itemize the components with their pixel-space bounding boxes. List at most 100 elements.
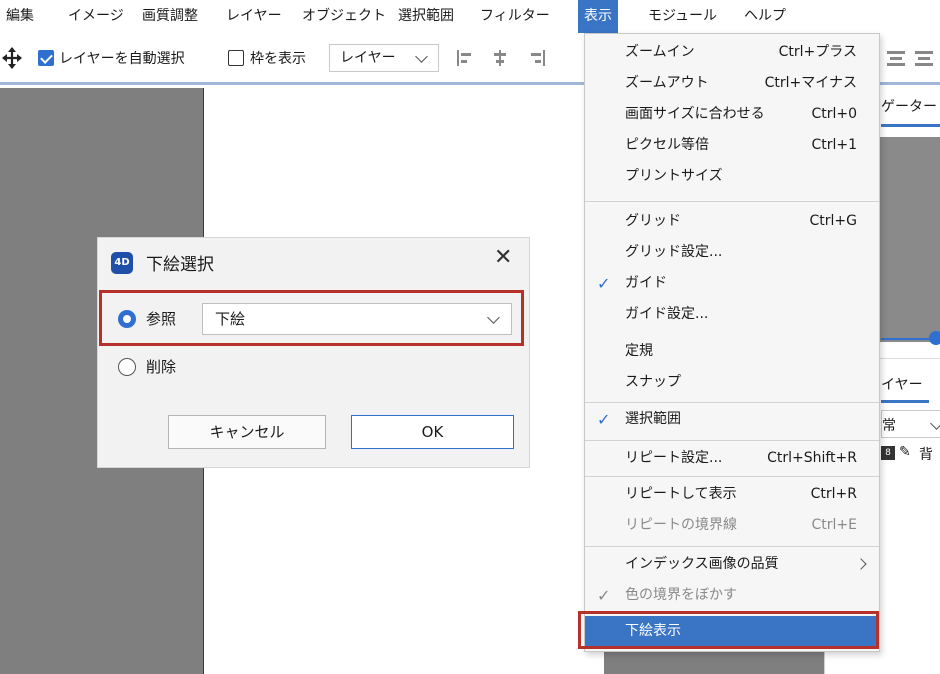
- menu-view[interactable]: 表示: [578, 0, 618, 33]
- menu-item-label: ガイド: [625, 275, 667, 291]
- dialog-title: 下絵選択: [146, 255, 214, 275]
- menu-item-label: リピートして表示: [625, 486, 737, 502]
- menu-item-label: 下絵表示: [625, 623, 681, 639]
- chevron-down-icon: [487, 311, 500, 324]
- menu-selection[interactable]: 選択範囲: [398, 0, 454, 33]
- menu-edit[interactable]: 編集: [6, 0, 34, 33]
- menu-separator: [585, 402, 879, 403]
- menu-item-label: 定規: [625, 343, 653, 359]
- blend-mode-value: 常: [882, 418, 896, 434]
- align-icons[interactable]: [456, 49, 550, 67]
- menu-item-label: 画面サイズに合わせる: [625, 106, 765, 122]
- menu-adjust[interactable]: 画質調整: [142, 0, 198, 33]
- menu-item-shortcut: Ctrl+G: [809, 213, 858, 229]
- menu-item-print-size[interactable]: プリントサイズ: [585, 161, 879, 192]
- underlay-select-dialog: 4D 下絵選択 ✕ 参照 下絵 削除 キャンセル OK: [97, 237, 530, 468]
- target-select[interactable]: レイヤー: [329, 44, 439, 72]
- app-logo-icon: 4D: [111, 252, 133, 274]
- layer-tab-underline: [881, 400, 929, 403]
- menu-item-label: プリントサイズ: [625, 168, 723, 184]
- delete-label[interactable]: 削除: [146, 356, 176, 377]
- menu-image[interactable]: イメージ: [68, 0, 124, 33]
- menu-item-ruler[interactable]: 定規: [585, 336, 879, 367]
- reference-select[interactable]: 下絵: [202, 303, 512, 335]
- show-frame-label[interactable]: 枠を表示: [250, 48, 306, 68]
- menu-separator: [585, 440, 879, 441]
- checkmark-icon: ✓: [597, 410, 611, 429]
- menu-item-label: リピート設定...: [625, 450, 723, 466]
- menu-filter[interactable]: フィルター: [480, 0, 550, 33]
- close-icon[interactable]: ✕: [494, 245, 512, 270]
- menu-item-guide-settings[interactable]: ガイド設定...: [585, 299, 879, 330]
- menu-item-label: スナップ: [625, 374, 681, 390]
- menu-item-guide[interactable]: ✓ ガイド: [585, 268, 879, 299]
- menu-item-index-quality[interactable]: インデックス画像の品質: [585, 549, 879, 580]
- menu-item-show-underlay[interactable]: 下絵表示: [585, 616, 879, 646]
- menu-item-grid-settings[interactable]: グリッド設定...: [585, 237, 879, 268]
- menu-item-shortcut: Ctrl+0: [811, 106, 857, 122]
- menu-item-shortcut: Ctrl+プラス: [778, 44, 857, 60]
- menu-item-label: 色の境界をぼかす: [625, 587, 737, 603]
- menu-item-shortcut: Ctrl+E: [811, 517, 858, 533]
- menu-item-selection[interactable]: ✓ 選択範囲: [585, 404, 879, 435]
- blend-mode-select[interactable]: 常: [881, 410, 940, 438]
- layer-tab[interactable]: イヤー: [881, 374, 923, 394]
- menu-item-label: グリッド設定...: [625, 244, 723, 260]
- menu-item-snap[interactable]: スナップ: [585, 367, 879, 398]
- move-arrows-icon[interactable]: [2, 47, 22, 69]
- menu-help[interactable]: ヘルプ: [744, 0, 786, 33]
- checkmark-icon: ✓: [597, 586, 611, 605]
- menu-item-label: ガイド設定...: [625, 306, 709, 322]
- zoom-slider-handle[interactable]: [929, 331, 940, 345]
- chevron-down-icon: [415, 50, 428, 63]
- reference-label[interactable]: 参照: [146, 308, 176, 329]
- reference-select-value: 下絵: [215, 310, 246, 328]
- distribute-icons[interactable]: [885, 49, 937, 67]
- menu-item-label: リピートの境界線: [625, 517, 737, 533]
- layer-name[interactable]: 背: [919, 444, 933, 464]
- menu-separator: [585, 546, 879, 547]
- menu-item-label: グリッド: [625, 213, 681, 229]
- auto-select-label[interactable]: レイヤーを自動選択: [59, 48, 185, 68]
- menu-item-label: インデックス画像の品質: [625, 556, 779, 572]
- menu-item-grid[interactable]: グリッド Ctrl+G: [585, 206, 879, 237]
- menu-separator: [585, 201, 879, 202]
- menu-layer[interactable]: レイヤー: [226, 0, 282, 33]
- menu-item-fit-screen[interactable]: 画面サイズに合わせる Ctrl+0: [585, 99, 879, 130]
- menu-item-label: ピクセル等倍: [625, 137, 709, 153]
- menu-module[interactable]: モジュール: [648, 0, 717, 33]
- target-select-value: レイヤー: [340, 50, 396, 66]
- menu-item-shortcut: Ctrl+マイナス: [764, 75, 857, 91]
- menu-item-zoom-out[interactable]: ズームアウト Ctrl+マイナス: [585, 68, 879, 99]
- menu-item-zoom-in[interactable]: ズームイン Ctrl+プラス: [585, 37, 879, 68]
- menu-item-label: ズームイン: [625, 44, 695, 60]
- menu-item-repeat-border[interactable]: リピートの境界線 Ctrl+E: [585, 510, 879, 541]
- auto-select-checkbox[interactable]: [38, 50, 54, 66]
- navigator-tab-underline: [881, 124, 940, 127]
- menubar: 編集 イメージ 画質調整 レイヤー オブジェクト 選択範囲 フィルター 表示 モ…: [0, 0, 940, 33]
- menu-item-label: ズームアウト: [625, 75, 709, 91]
- menu-item-shortcut: Ctrl+Shift+R: [767, 450, 857, 466]
- delete-radio[interactable]: [118, 358, 136, 376]
- zoom-slider-track[interactable]: [881, 338, 933, 340]
- pencil-icon[interactable]: ✎: [899, 444, 911, 460]
- chevron-down-icon: [930, 417, 940, 430]
- chevron-right-icon: [855, 558, 867, 570]
- menu-separator: [585, 476, 879, 477]
- menu-item-shortcut: Ctrl+1: [811, 137, 857, 153]
- ok-button[interactable]: OK: [351, 415, 514, 449]
- reference-radio[interactable]: [118, 310, 136, 328]
- navigator-tab[interactable]: ゲーター: [881, 96, 937, 116]
- show-frame-checkbox[interactable]: [228, 50, 244, 66]
- layer-lock-icon[interactable]: 8: [881, 446, 895, 460]
- menu-object[interactable]: オブジェクト: [302, 0, 386, 33]
- menu-item-shortcut: Ctrl+R: [810, 486, 857, 502]
- menu-item-repeat-view[interactable]: リピートして表示 Ctrl+R: [585, 479, 879, 510]
- menu-item-actual-pixels[interactable]: ピクセル等倍 Ctrl+1: [585, 130, 879, 161]
- menu-item-label: 選択範囲: [625, 411, 681, 427]
- checkmark-icon: ✓: [597, 274, 611, 293]
- menu-item-repeat-settings[interactable]: リピート設定... Ctrl+Shift+R: [585, 443, 879, 474]
- cancel-button[interactable]: キャンセル: [168, 415, 326, 449]
- view-menu: ズームイン Ctrl+プラス ズームアウト Ctrl+マイナス 画面サイズに合わ…: [584, 33, 880, 652]
- menu-item-blur-edges[interactable]: ✓ 色の境界をぼかす: [585, 580, 879, 611]
